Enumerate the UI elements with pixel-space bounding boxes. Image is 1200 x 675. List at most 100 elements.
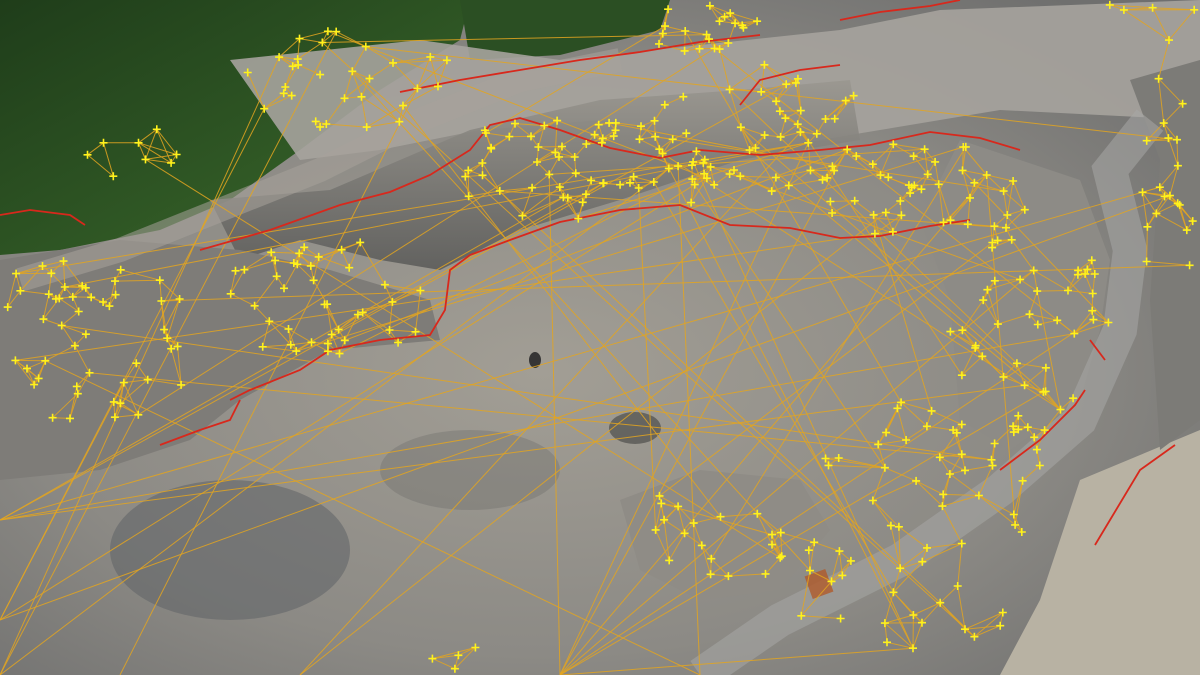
plus-marker-icon[interactable] xyxy=(243,68,252,77)
plus-marker-icon[interactable] xyxy=(226,289,235,298)
plus-marker-icon[interactable] xyxy=(231,266,240,275)
plus-marker-icon[interactable] xyxy=(996,621,1005,630)
plus-marker-icon[interactable] xyxy=(361,42,370,51)
plus-marker-icon[interactable] xyxy=(574,214,583,223)
map-viewport[interactable] xyxy=(0,0,1200,675)
plus-marker-icon[interactable] xyxy=(874,440,883,449)
plus-marker-icon[interactable] xyxy=(44,290,53,299)
plus-marker-icon[interactable] xyxy=(697,541,706,550)
plus-marker-icon[interactable] xyxy=(776,132,785,141)
plus-marker-icon[interactable] xyxy=(961,466,969,475)
plus-marker-icon[interactable] xyxy=(553,116,562,125)
plus-marker-icon[interactable] xyxy=(587,176,596,185)
plus-marker-icon[interactable] xyxy=(945,470,954,478)
plus-marker-icon[interactable] xyxy=(753,17,762,26)
plus-marker-icon[interactable] xyxy=(116,265,125,274)
plus-marker-icon[interactable] xyxy=(1088,289,1097,298)
plus-marker-icon[interactable] xyxy=(1030,433,1039,442)
plus-marker-icon[interactable] xyxy=(41,356,50,365)
plus-marker-icon[interactable] xyxy=(267,248,276,257)
plus-marker-icon[interactable] xyxy=(505,132,514,141)
plus-marker-icon[interactable] xyxy=(988,461,997,470)
plus-marker-icon[interactable] xyxy=(664,5,673,14)
plus-marker-icon[interactable] xyxy=(784,181,793,190)
plus-marker-icon[interactable] xyxy=(1090,270,1099,278)
plus-marker-icon[interactable] xyxy=(979,296,988,305)
plus-marker-icon[interactable] xyxy=(323,27,332,36)
plus-marker-icon[interactable] xyxy=(665,556,674,565)
plus-marker-icon[interactable] xyxy=(927,406,936,415)
plus-marker-icon[interactable] xyxy=(705,1,714,10)
plus-marker-icon[interactable] xyxy=(680,46,689,55)
plus-marker-icon[interactable] xyxy=(356,238,365,247)
plus-marker-icon[interactable] xyxy=(917,185,926,194)
plus-marker-icon[interactable] xyxy=(893,404,902,413)
plus-marker-icon[interactable] xyxy=(634,184,643,192)
plus-marker-icon[interactable] xyxy=(287,91,296,100)
plus-marker-icon[interactable] xyxy=(668,135,677,144)
plus-marker-icon[interactable] xyxy=(661,22,669,31)
plus-marker-icon[interactable] xyxy=(886,521,895,530)
plus-marker-icon[interactable] xyxy=(134,410,143,419)
plus-marker-icon[interactable] xyxy=(1033,287,1042,296)
plus-marker-icon[interactable] xyxy=(411,327,420,336)
plus-marker-icon[interactable] xyxy=(679,92,688,101)
plus-marker-icon[interactable] xyxy=(1087,256,1096,265)
plus-marker-icon[interactable] xyxy=(957,420,966,429)
plus-marker-icon[interactable] xyxy=(599,179,608,188)
plus-marker-icon[interactable] xyxy=(284,325,293,333)
plus-marker-icon[interactable] xyxy=(416,286,425,295)
plus-marker-icon[interactable] xyxy=(682,129,691,138)
plus-marker-icon[interactable] xyxy=(658,29,667,38)
plus-marker-icon[interactable] xyxy=(826,197,835,206)
plus-marker-icon[interactable] xyxy=(1185,261,1194,270)
plus-marker-icon[interactable] xyxy=(12,269,21,278)
plus-marker-icon[interactable] xyxy=(957,539,966,548)
plus-marker-icon[interactable] xyxy=(337,245,346,254)
plus-marker-icon[interactable] xyxy=(987,455,996,464)
plus-marker-icon[interactable] xyxy=(1032,445,1041,454)
plus-marker-icon[interactable] xyxy=(280,284,288,293)
plus-marker-icon[interactable] xyxy=(1164,134,1173,143)
plus-marker-icon[interactable] xyxy=(272,272,281,281)
plus-marker-icon[interactable] xyxy=(345,263,354,272)
plus-marker-icon[interactable] xyxy=(534,143,543,151)
plus-marker-icon[interactable] xyxy=(1105,0,1114,9)
plus-marker-icon[interactable] xyxy=(134,138,143,147)
plus-marker-icon[interactable] xyxy=(1119,5,1128,14)
plus-marker-icon[interactable] xyxy=(1143,222,1152,231)
plus-marker-icon[interactable] xyxy=(883,638,891,647)
plus-marker-icon[interactable] xyxy=(357,92,366,101)
plus-marker-icon[interactable] xyxy=(793,120,802,129)
plus-marker-icon[interactable] xyxy=(30,380,39,389)
plus-marker-icon[interactable] xyxy=(757,87,766,96)
plus-marker-icon[interactable] xyxy=(1182,226,1191,235)
plus-marker-icon[interactable] xyxy=(655,39,663,48)
plus-marker-icon[interactable] xyxy=(105,302,114,311)
plus-marker-icon[interactable] xyxy=(240,265,249,274)
plus-marker-icon[interactable] xyxy=(141,155,150,164)
plus-marker-icon[interactable] xyxy=(923,543,931,552)
plus-marker-icon[interactable] xyxy=(428,654,437,663)
plus-marker-icon[interactable] xyxy=(281,83,290,91)
plus-marker-icon[interactable] xyxy=(66,414,74,423)
plus-marker-icon[interactable] xyxy=(880,463,889,472)
plus-marker-icon[interactable] xyxy=(657,499,666,508)
plus-marker-icon[interactable] xyxy=(804,546,813,555)
plus-marker-icon[interactable] xyxy=(380,280,389,289)
plus-marker-icon[interactable] xyxy=(487,143,496,152)
plus-marker-icon[interactable] xyxy=(810,538,819,547)
plus-marker-icon[interactable] xyxy=(1007,235,1016,244)
plus-marker-icon[interactable] xyxy=(946,327,955,336)
plus-marker-icon[interactable] xyxy=(316,70,325,79)
plus-marker-icon[interactable] xyxy=(660,100,669,109)
plus-marker-icon[interactable] xyxy=(99,138,108,147)
plus-marker-icon[interactable] xyxy=(1138,188,1147,197)
plus-marker-icon[interactable] xyxy=(167,158,176,167)
plus-marker-icon[interactable] xyxy=(1148,3,1157,12)
plus-marker-icon[interactable] xyxy=(836,614,845,623)
plus-marker-icon[interactable] xyxy=(681,27,690,35)
plus-marker-icon[interactable] xyxy=(796,106,805,115)
plus-marker-icon[interactable] xyxy=(362,123,371,132)
plus-marker-icon[interactable] xyxy=(39,315,48,324)
